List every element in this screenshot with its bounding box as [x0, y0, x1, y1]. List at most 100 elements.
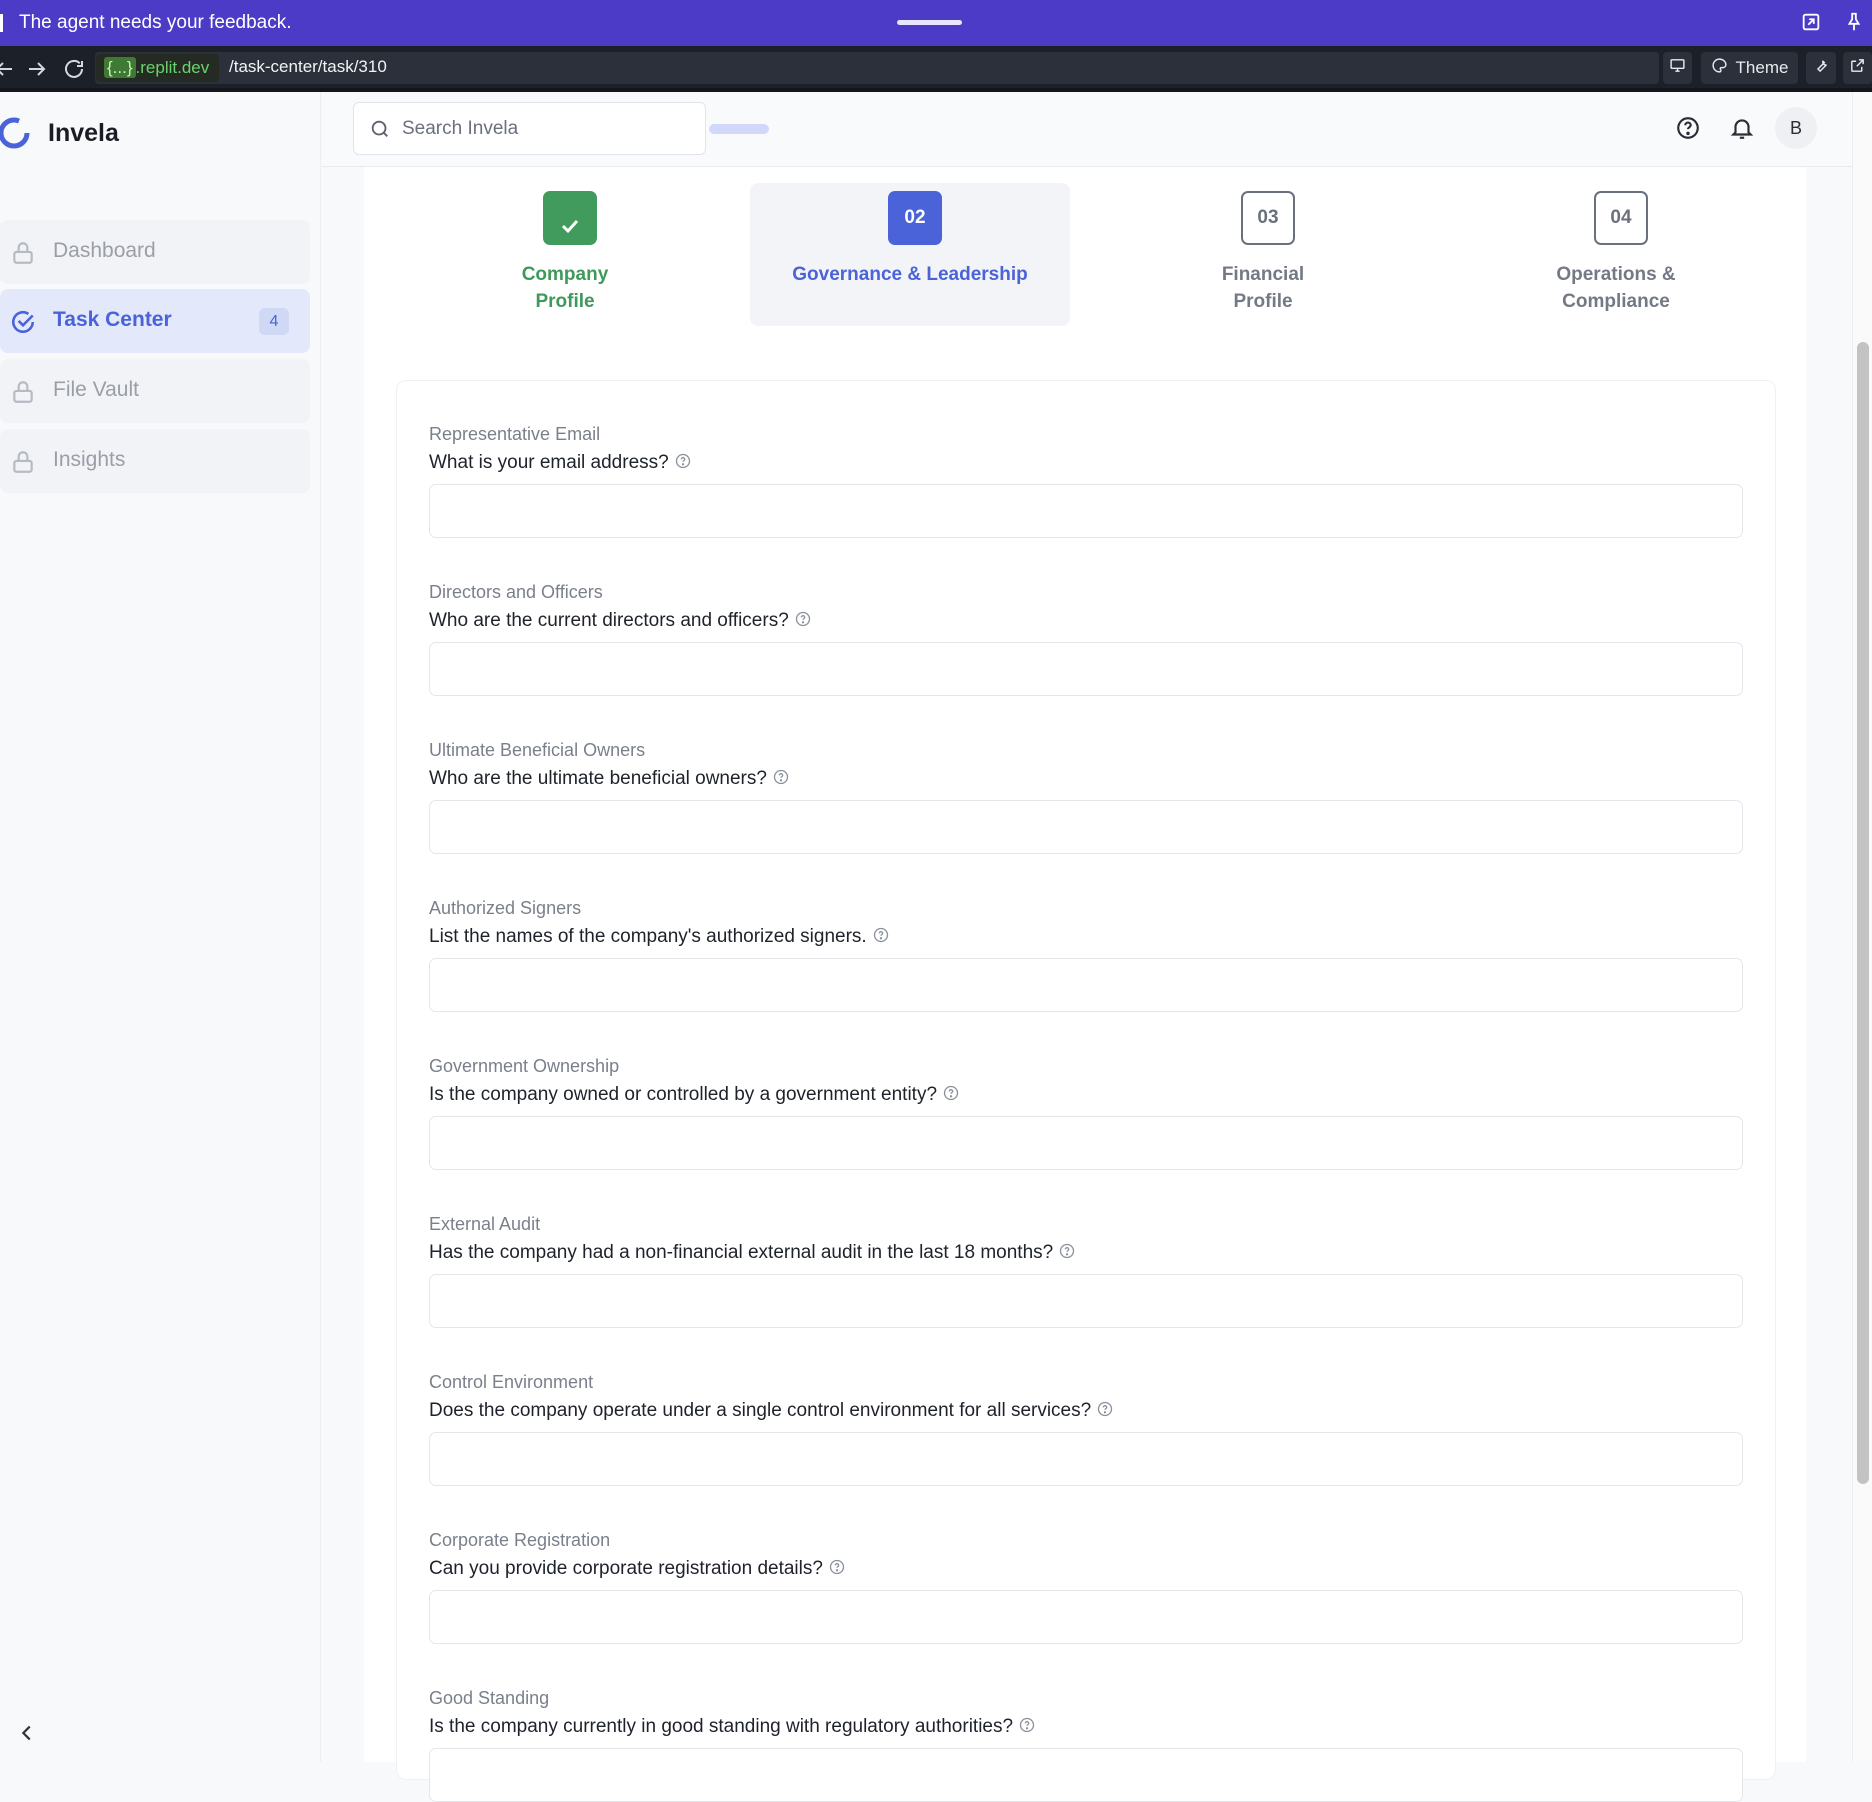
field-title: Corporate Registration	[429, 1530, 611, 1550]
devices-button[interactable]	[1663, 52, 1692, 84]
theme-label: Theme	[1735, 58, 1789, 77]
help-circle-icon[interactable]	[1059, 1243, 1075, 1259]
field-title: Good Standing	[429, 1688, 550, 1708]
sidebar-item-label: Insights	[53, 448, 126, 471]
forward-arrow-icon[interactable]	[25, 57, 49, 81]
control-environment-input[interactable]	[429, 1432, 1743, 1486]
sidebar: Invela Dashboard Task Center 4 File Vaul…	[0, 92, 321, 1762]
search-highlight	[709, 124, 769, 134]
field-title: Representative Email	[429, 424, 601, 444]
step-number: 02	[888, 191, 942, 245]
field-question: Who are the ultimate beneficial owners?	[429, 768, 789, 790]
step-label: Company Profile	[405, 261, 725, 315]
sidebar-item-insights[interactable]: Insights	[0, 429, 310, 493]
field-question-text: Does the company operate under a single …	[429, 1400, 1092, 1421]
invela-logo-icon	[0, 115, 32, 151]
field-question-text: Can you provide corporate registration d…	[429, 1558, 823, 1579]
help-circle-icon[interactable]	[943, 1085, 959, 1101]
scrollbar-thumb[interactable]	[1857, 342, 1869, 1484]
directors-input[interactable]	[429, 642, 1743, 696]
step-operations-compliance[interactable]: 04 Operations & Compliance	[1456, 183, 1776, 326]
brand-name: Invela	[48, 119, 119, 147]
step-label: Operations & Compliance	[1456, 261, 1776, 315]
authorized-signers-input[interactable]	[429, 958, 1743, 1012]
check-icon	[558, 206, 582, 234]
field-question: Who are the current directors and office…	[429, 610, 811, 632]
help-circle-icon[interactable]	[773, 769, 789, 785]
url-path: /task-center/task/310	[229, 57, 387, 76]
reload-icon[interactable]	[62, 57, 86, 81]
avatar[interactable]: B	[1775, 107, 1817, 149]
field-question: Has the company had a non-financial exte…	[429, 1242, 1075, 1264]
chevron-left-icon[interactable]	[16, 1722, 38, 1744]
step-label-line1: Operations &	[1556, 264, 1676, 285]
step-complete-badge	[543, 191, 597, 245]
sidebar-item-label: File Vault	[53, 378, 139, 401]
external-audit-input[interactable]	[429, 1274, 1743, 1328]
bell-icon[interactable]	[1729, 115, 1755, 141]
step-label: Governance & Leadership	[750, 261, 1070, 288]
help-circle-icon[interactable]	[829, 1559, 845, 1575]
tools-button[interactable]	[1806, 52, 1836, 84]
back-arrow-icon[interactable]	[0, 57, 16, 81]
field-question-text: List the names of the company's authoriz…	[429, 926, 867, 947]
field-question-text: Who are the current directors and office…	[429, 610, 789, 631]
sidebar-item-label: Dashboard	[53, 239, 156, 262]
step-label-line1: Financial	[1221, 264, 1305, 285]
search-input[interactable]: Search Invela	[353, 102, 706, 155]
help-circle-icon[interactable]	[795, 611, 811, 627]
sidebar-item-task-center[interactable]: Task Center 4	[0, 289, 310, 353]
help-circle-icon[interactable]	[873, 927, 889, 943]
email-input[interactable]	[429, 484, 1743, 538]
external-link-icon	[1849, 57, 1866, 79]
domain-brace: {...}	[104, 57, 136, 78]
field-title: Ultimate Beneficial Owners	[429, 740, 646, 760]
field-title: Government Ownership	[429, 1056, 620, 1076]
step-governance-leadership[interactable]: 02 Governance & Leadership	[750, 183, 1070, 326]
top-header: Search Invela B	[322, 92, 1852, 167]
task-count-badge: 4	[259, 308, 289, 335]
domain-suffix: .replit.dev	[135, 58, 210, 77]
lock-icon	[10, 449, 36, 475]
government-ownership-input[interactable]	[429, 1116, 1743, 1170]
agent-feedback-message: The agent needs your feedback.	[19, 12, 292, 33]
field-title: External Audit	[429, 1214, 541, 1234]
lock-icon	[10, 240, 36, 266]
search-icon	[369, 118, 391, 140]
field-question: List the names of the company's authoriz…	[429, 926, 889, 948]
pin-icon[interactable]	[1843, 11, 1865, 33]
address-field[interactable]: {...} .replit.dev /task-center/task/310	[95, 52, 1741, 84]
beneficial-owners-input[interactable]	[429, 800, 1743, 854]
step-financial-profile[interactable]: 03 Financial Profile	[1103, 183, 1423, 326]
help-icon[interactable]	[1675, 115, 1701, 141]
field-question-text: Who are the ultimate beneficial owners?	[429, 768, 767, 789]
corporate-registration-input[interactable]	[429, 1590, 1743, 1644]
agent-feedback-bar[interactable]: The agent needs your feedback.	[0, 0, 1872, 46]
help-circle-icon[interactable]	[1019, 1717, 1035, 1733]
agent-bar-marker	[0, 14, 3, 32]
field-question-text: Has the company had a non-financial exte…	[429, 1242, 1054, 1263]
help-circle-icon[interactable]	[1097, 1401, 1113, 1417]
search-placeholder: Search Invela	[402, 118, 519, 139]
main-content: Company Profile 02 Governance & Leadershi…	[364, 167, 1806, 1802]
popout-icon[interactable]	[1800, 11, 1822, 33]
sidebar-item-label: Task Center	[53, 308, 172, 331]
step-company-profile[interactable]: Company Profile	[405, 183, 725, 326]
monitor-icon	[1669, 57, 1686, 79]
governance-form: Representative Email What is your email …	[396, 380, 1776, 1802]
field-title: Control Environment	[429, 1372, 594, 1392]
drag-handle[interactable]	[897, 20, 962, 25]
sidebar-item-file-vault[interactable]: File Vault	[0, 359, 310, 423]
step-label: Financial Profile	[1103, 261, 1423, 315]
step-label-line1: Governance & Leadership	[792, 264, 1028, 285]
field-title: Authorized Signers	[429, 898, 582, 918]
theme-button[interactable]: Theme	[1701, 52, 1798, 84]
field-question-text: Is the company currently in good standin…	[429, 1716, 1014, 1737]
open-external-button[interactable]	[1843, 52, 1872, 84]
help-circle-icon[interactable]	[675, 453, 691, 469]
domain-chip: {...} .replit.dev	[96, 54, 220, 82]
lock-icon	[10, 379, 36, 405]
good-standing-input[interactable]	[429, 1748, 1743, 1802]
step-number: 04	[1594, 191, 1648, 245]
sidebar-item-dashboard[interactable]: Dashboard	[0, 220, 310, 284]
